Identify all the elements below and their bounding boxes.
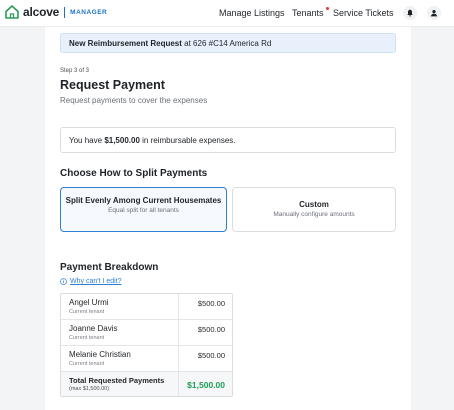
split-evenly-option[interactable]: Split Evenly Among Current Housemates Eq…	[60, 187, 227, 232]
tenant-cell: Melanie Christian Current tenant	[61, 346, 178, 371]
total-label-cell: Total Requested Payments (max $1,500.00)	[61, 372, 178, 396]
expenses-amount: $1,500.00	[104, 136, 140, 145]
tenant-amount: $500.00	[178, 294, 232, 319]
tenant-name: Joanne Davis	[69, 324, 118, 333]
request-banner: New Reimbursement Request at 626 #C14 Am…	[60, 33, 396, 53]
total-label: Total Requested Payments	[69, 376, 165, 385]
tenant-amount: $500.00	[178, 320, 232, 345]
tenant-role: Current tenant	[69, 335, 105, 341]
left-gutter	[0, 27, 45, 410]
banner-title: New Reimbursement Request	[69, 39, 182, 48]
total-max: (max $1,500.00)	[69, 386, 110, 392]
nav-service-tickets[interactable]: Service Tickets	[333, 8, 394, 18]
bell-icon	[407, 9, 413, 17]
nav-tenants[interactable]: Tenants	[292, 7, 329, 18]
app-logo[interactable]: alcove MANAGER	[4, 4, 107, 20]
reimbursable-expenses-box: You have $1,500.00 in reimbursable expen…	[60, 127, 396, 153]
custom-split-title: Custom	[299, 200, 329, 209]
step-indicator: Step 3 of 3	[60, 68, 90, 74]
custom-split-option[interactable]: Custom Manually configure amounts	[232, 187, 396, 232]
tenant-role: Current tenant	[69, 309, 105, 315]
notification-dot	[325, 7, 329, 10]
split-evenly-desc: Equal split for all tenants	[108, 207, 179, 214]
user-menu-button[interactable]	[427, 6, 441, 20]
why-cant-edit-label: Why can't I edit?	[70, 278, 122, 285]
breakdown-heading: Payment Breakdown	[60, 262, 159, 273]
why-cant-edit-link[interactable]: Why can't I edit?	[60, 278, 122, 285]
banner-location: at 626 #C14 America Rd	[184, 39, 272, 48]
tenant-amount: $500.00	[178, 346, 232, 371]
tenant-name: Angel Urmi	[69, 298, 109, 307]
app-name: alcove	[23, 5, 60, 19]
split-heading: Choose How to Split Payments	[60, 168, 208, 179]
info-icon	[60, 278, 67, 285]
right-gutter	[411, 27, 454, 410]
page-title: Request Payment	[60, 78, 165, 92]
logo-divider	[64, 6, 66, 18]
table-row: Melanie Christian Current tenant $500.00	[61, 346, 232, 372]
top-navigation-bar: alcove MANAGER Manage Listings Tenants S…	[0, 0, 454, 27]
expenses-suffix: in reimbursable expenses.	[142, 136, 236, 145]
split-evenly-title: Split Evenly Among Current Housemates	[65, 196, 222, 205]
total-value: $1,500.00	[178, 372, 232, 396]
nav-manage-listings[interactable]: Manage Listings	[219, 8, 285, 18]
app-tag: MANAGER	[70, 8, 108, 16]
expenses-prefix: You have	[69, 136, 103, 145]
custom-split-desc: Manually configure amounts	[273, 211, 355, 218]
tenant-cell: Joanne Davis Current tenant	[61, 320, 178, 345]
nav-tenants-label: Tenants	[292, 8, 324, 18]
page-subtitle: Request payments to cover the expenses	[60, 96, 208, 105]
notifications-button[interactable]	[403, 6, 417, 20]
total-row: Total Requested Payments (max $1,500.00)…	[61, 372, 232, 396]
table-row: Angel Urmi Current tenant $500.00	[61, 294, 232, 320]
tenant-cell: Angel Urmi Current tenant	[61, 294, 178, 319]
table-row: Joanne Davis Current tenant $500.00	[61, 320, 232, 346]
house-logo-icon	[5, 5, 19, 19]
payment-breakdown-table: Angel Urmi Current tenant $500.00 Joanne…	[60, 293, 233, 397]
user-icon	[430, 10, 438, 17]
tenant-name: Melanie Christian	[69, 350, 131, 359]
tenant-role: Current tenant	[69, 361, 105, 367]
